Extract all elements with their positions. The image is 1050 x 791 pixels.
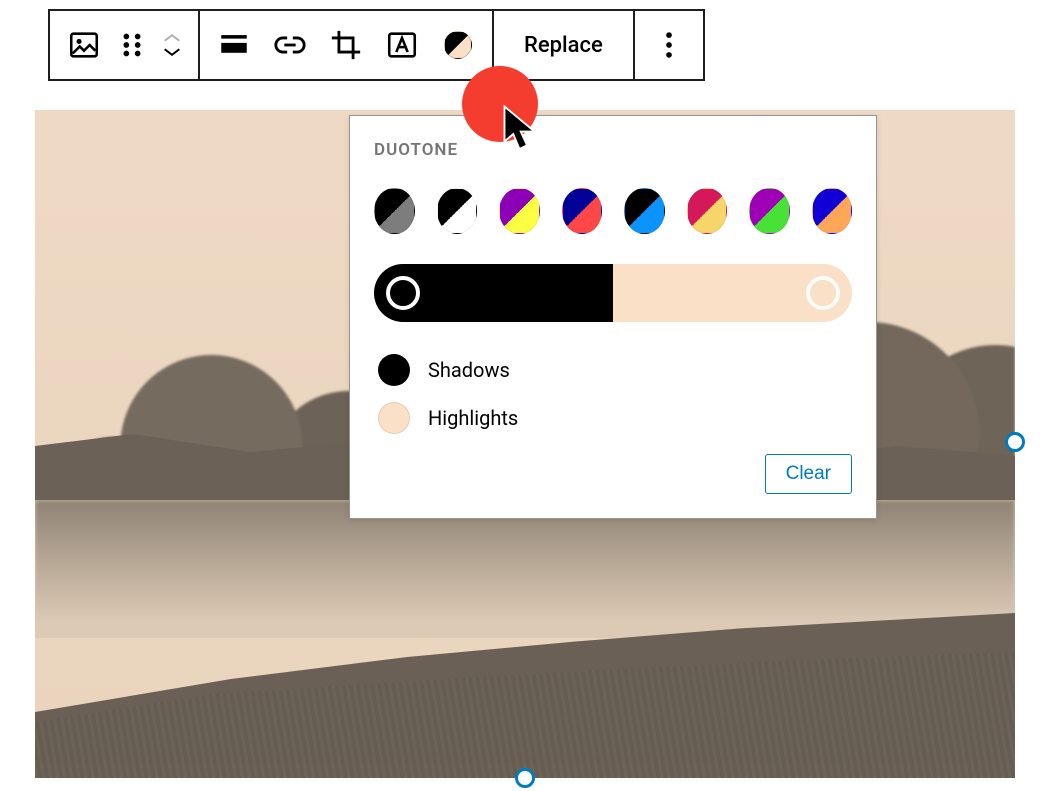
highlights-row[interactable]: Highlights: [374, 394, 852, 442]
duotone-gradient-bar[interactable]: [374, 264, 852, 322]
duotone-preset-magenta-tan[interactable]: [687, 188, 728, 234]
click-indicator: [462, 66, 538, 142]
shadows-row[interactable]: Shadows: [374, 346, 852, 394]
clear-button[interactable]: Clear: [765, 454, 852, 494]
chevron-up-icon[interactable]: [161, 31, 183, 45]
duotone-title: DUOTONE: [374, 140, 852, 160]
text-overlay-icon[interactable]: [374, 11, 430, 79]
block-type-icon[interactable]: [56, 11, 112, 79]
duotone-presets: [374, 188, 852, 234]
duotone-preset-black-gray[interactable]: [374, 188, 415, 234]
resize-handle-right[interactable]: [1005, 432, 1025, 452]
duotone-preset-black-blue[interactable]: [624, 188, 665, 234]
resize-handle-bottom[interactable]: [515, 768, 535, 788]
drag-handle-icon[interactable]: [112, 11, 152, 79]
highlights-label: Highlights: [428, 406, 518, 430]
toolbar-group-formatting: [200, 11, 494, 79]
duotone-preset-navy-red[interactable]: [562, 188, 603, 234]
duotone-button[interactable]: [430, 11, 486, 79]
more-options-icon[interactable]: [641, 11, 697, 79]
duotone-preset-blue-orange[interactable]: [812, 188, 853, 234]
replace-button[interactable]: Replace: [500, 11, 627, 79]
crop-icon[interactable]: [318, 11, 374, 79]
duotone-popover: DUOTONE Shadows Highlights Clear: [349, 115, 877, 519]
gradient-knob-shadows[interactable]: [386, 276, 420, 310]
duotone-preset-purple-green[interactable]: [749, 188, 790, 234]
duotone-preset-black-white[interactable]: [437, 188, 478, 234]
shadows-color-dot: [378, 354, 410, 386]
highlights-color-dot: [378, 402, 410, 434]
toolbar-group-more: [635, 11, 703, 79]
duotone-color-rows: Shadows Highlights: [374, 346, 852, 442]
link-icon[interactable]: [262, 11, 318, 79]
gradient-knob-highlights[interactable]: [806, 276, 840, 310]
shadows-label: Shadows: [428, 358, 510, 382]
move-up-down[interactable]: [152, 11, 192, 79]
chevron-down-icon[interactable]: [161, 45, 183, 59]
block-toolbar: Replace: [48, 9, 705, 81]
align-icon[interactable]: [206, 11, 262, 79]
toolbar-group-block: [50, 11, 200, 79]
duotone-swatch-icon: [444, 31, 472, 59]
duotone-preset-purple-yellow[interactable]: [499, 188, 540, 234]
